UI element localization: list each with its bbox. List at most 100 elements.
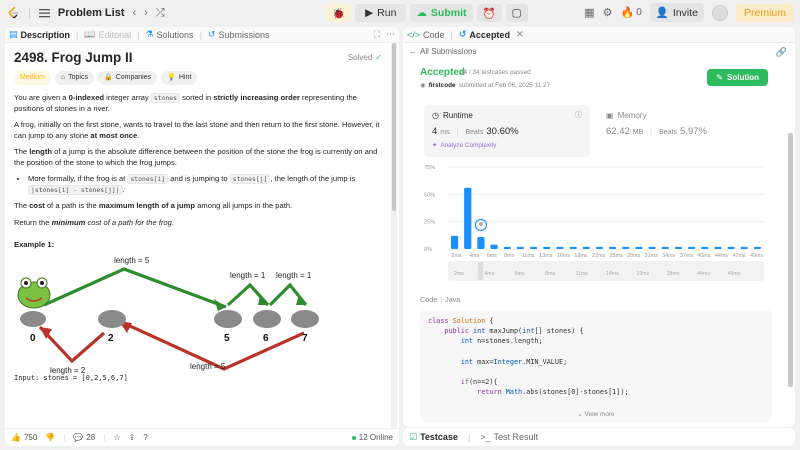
solution-button[interactable]: ✎ Solution <box>707 69 768 86</box>
scrollbar[interactable] <box>391 43 397 428</box>
difficulty-badge: Medium <box>14 70 51 85</box>
text: 0-indexed <box>68 93 105 102</box>
online-dot <box>351 435 356 440</box>
dislike-icon[interactable]: 👎 <box>45 433 55 442</box>
tab-description-label: Description <box>20 29 71 40</box>
clock-icon: ◷ <box>432 111 439 120</box>
submit-button[interactable]: ☁ Submit <box>410 4 473 22</box>
scrollbar[interactable] <box>788 55 793 425</box>
problem-list-link[interactable]: Problem List <box>58 7 125 19</box>
chart-bar <box>556 246 564 249</box>
tab-accepted[interactable]: ↺ Accepted ✕ <box>459 29 524 40</box>
jump-arrow <box>43 266 227 308</box>
back-to-submissions[interactable]: ← All Submissions <box>409 47 476 56</box>
topics-tag[interactable]: ⌂ Topics <box>54 70 94 85</box>
hint-tag[interactable]: 💡 Hint <box>161 70 198 85</box>
layout-icon[interactable]: ▦ <box>584 6 594 19</box>
text: maximum length of a jump <box>98 201 196 210</box>
chart-bar <box>464 187 472 249</box>
star-icon[interactable]: ☆ <box>113 433 120 442</box>
thumbs-up-icon: 👍 <box>11 433 21 442</box>
code-line: public int maxJump(int[] stones) { <box>444 327 584 336</box>
chart-bar <box>674 246 683 249</box>
chart-bar <box>648 246 656 249</box>
notes-icon: ▢ <box>511 7 522 19</box>
share-icon[interactable]: ⇪ <box>129 433 136 442</box>
bullet-list: More formally, if the frog is at stones[… <box>22 174 382 195</box>
text: among all jumps in the path. <box>195 201 293 210</box>
leetcode-logo-icon[interactable] <box>6 6 20 20</box>
premium-button[interactable]: Premium <box>735 3 794 22</box>
debug-button[interactable]: 🐞 <box>326 4 352 22</box>
next-problem-icon[interactable]: › <box>144 7 148 19</box>
tab-solutions[interactable]: ⚗ Solutions <box>145 29 193 40</box>
view-more-button[interactable]: ⌄ View more <box>420 410 772 420</box>
runtime-card[interactable]: ◷ Runtime ⓘ 4 ms | Beats 30.60% ✦ Analyz… <box>424 105 590 157</box>
comment-count: 28 <box>86 433 96 442</box>
runtime-unit: ms <box>440 129 450 136</box>
edit-icon: ✎ <box>716 73 723 82</box>
runtime-title-row: ◷ Runtime <box>432 111 582 120</box>
expand-icon[interactable]: ⛶ <box>374 29 380 40</box>
tab-testcase[interactable]: ☑ Testcase <box>409 432 458 443</box>
list-item: More formally, if the frog is at stones[… <box>28 174 382 195</box>
lock-icon: 🔒 <box>103 73 113 81</box>
invite-button[interactable]: 👤 Invite <box>649 3 704 22</box>
streak-button[interactable]: 🔥 0 <box>621 6 642 19</box>
flask-icon: ⚗ <box>145 29 154 39</box>
chevron-down-icon: ⌄ <box>577 410 583 418</box>
shuffle-icon[interactable]: ⤮ <box>156 7 165 20</box>
chart-bar <box>687 246 696 249</box>
text: , the length of the jump is <box>270 174 356 183</box>
runtime-value: 4 <box>432 126 438 137</box>
stone <box>214 309 242 328</box>
problem-list-icon[interactable] <box>38 8 50 18</box>
code-block[interactable]: class Solution { public int maxJump(int[… <box>420 310 772 422</box>
notes-button[interactable]: ▢ <box>505 4 528 22</box>
close-icon[interactable]: ✕ <box>516 29 524 40</box>
link-icon[interactable]: 🔗 <box>776 47 787 58</box>
tab-test-result[interactable]: >_ Test Result <box>480 432 538 442</box>
solution-label: Solution <box>727 73 759 82</box>
username[interactable]: firstcode <box>429 82 456 89</box>
tab-code[interactable]: </> Code <box>407 30 445 40</box>
x-tick-label: 31ms <box>645 253 658 259</box>
distribution-svg: 75% 50% 25% 0% 2ms 4ms 6ms 8ms 11ms 13ms 16ms 19ms 2… <box>424 165 764 281</box>
scrollbar-thumb[interactable] <box>788 133 793 387</box>
like-button[interactable]: 👍 750 <box>11 433 37 442</box>
x-tick-label: 16ms <box>557 253 570 259</box>
checkbox-icon: ☑ <box>409 431 418 442</box>
testcase-label: Testcase <box>420 432 458 442</box>
tab-editorial[interactable]: 📖 Editorial <box>84 29 131 40</box>
inline-code: stones[i] <box>127 174 169 184</box>
language-label: Java <box>445 295 461 304</box>
scrollbar-thumb[interactable] <box>392 43 396 211</box>
chart-bar <box>661 246 669 249</box>
avatar[interactable] <box>711 4 728 21</box>
alarm-button[interactable]: ⏰ <box>476 4 502 22</box>
tab-description[interactable]: ▤ Description <box>9 29 70 40</box>
terminal-icon: >_ <box>480 432 491 442</box>
minimap-label: 2ms <box>454 271 464 277</box>
x-tick-label: 4ms <box>469 253 479 259</box>
memory-card[interactable]: ▣ Memory 62.42 MB | Beats 5.97% <box>606 111 707 137</box>
tab-submissions[interactable]: ↺ Submissions <box>208 29 270 40</box>
memory-value: 62.42 <box>606 126 630 137</box>
help-icon[interactable]: ? <box>143 433 147 442</box>
info-icon[interactable]: ⓘ <box>575 110 582 120</box>
chart-bar <box>714 246 722 249</box>
runtime-distribution-chart: 75% 50% 25% 0% 2ms 4ms 6ms 8ms 11ms 13ms 16ms 19ms 2… <box>424 161 772 287</box>
x-tick-label: 37ms <box>680 253 693 259</box>
companies-tag[interactable]: 🔒 Companies <box>97 70 158 85</box>
settings-icon[interactable]: ⚙ <box>603 6 613 19</box>
prev-problem-icon[interactable]: ‹ <box>132 7 136 19</box>
run-button[interactable]: ▶ Run <box>355 4 407 22</box>
minimap-label: 44ms <box>697 271 710 277</box>
comments-button[interactable]: 💬 28 <box>73 433 95 442</box>
chart-bar <box>543 246 551 249</box>
analyze-complexity-button[interactable]: ✦ Analyze Complexity <box>432 141 582 150</box>
more-icon[interactable]: ⋯ <box>386 29 395 40</box>
green-arrows <box>43 266 308 311</box>
paragraph: You are given a 0-indexed integer array … <box>14 93 382 114</box>
stones <box>20 309 319 328</box>
